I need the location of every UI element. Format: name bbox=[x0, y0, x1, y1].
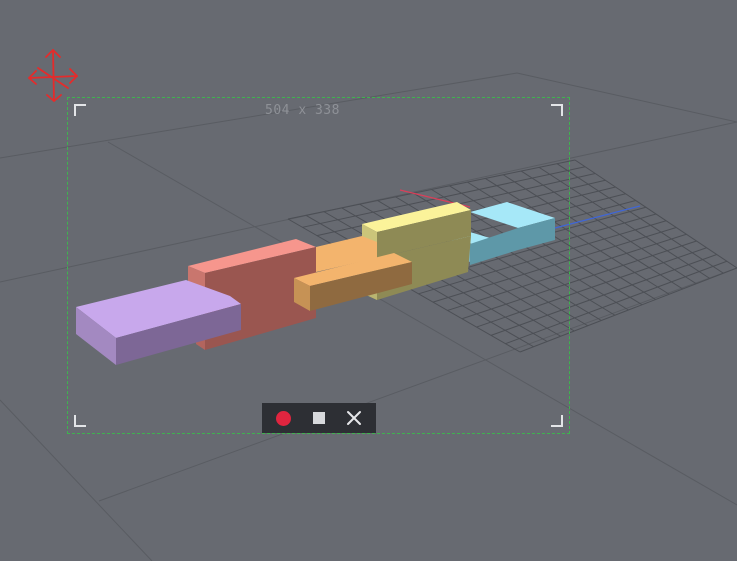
record-button[interactable] bbox=[269, 403, 299, 433]
close-button[interactable] bbox=[339, 403, 369, 433]
close-icon bbox=[347, 411, 362, 425]
capture-region[interactable]: 504 x 338 bbox=[67, 97, 570, 434]
recording-toolbar bbox=[262, 403, 376, 433]
stop-icon bbox=[312, 412, 325, 424]
record-icon bbox=[276, 410, 292, 426]
corner-handle-bottom-right[interactable] bbox=[551, 415, 563, 427]
grid-line bbox=[574, 159, 737, 269]
3d-viewport[interactable]: 504 x 338 bbox=[0, 0, 737, 561]
corner-handle-bottom-left[interactable] bbox=[74, 415, 86, 427]
stop-button[interactable] bbox=[304, 403, 334, 433]
capture-dimensions-label: 504 x 338 bbox=[265, 103, 340, 118]
